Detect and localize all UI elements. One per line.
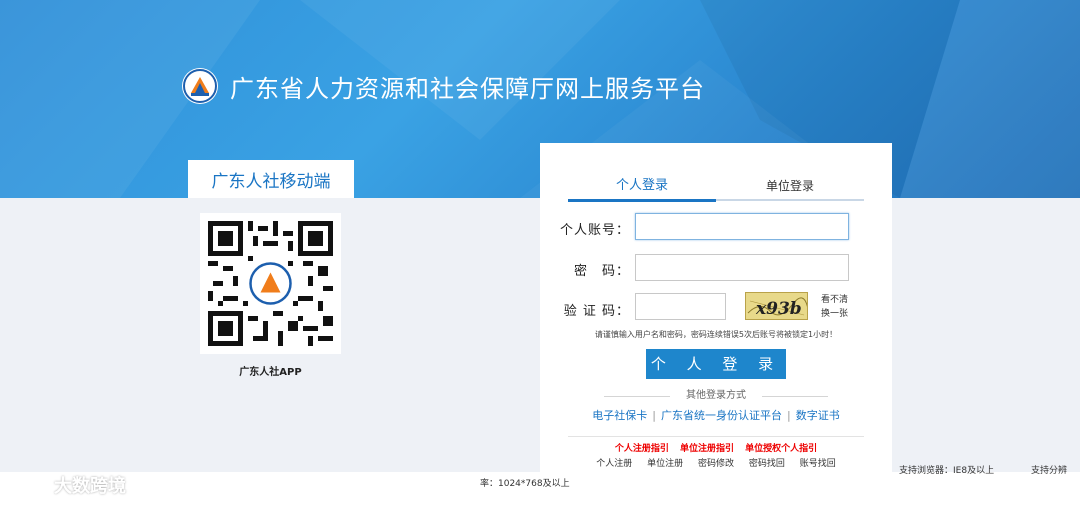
watermark-logo-icon [11,476,47,494]
resolution-note-partial: 支持分辨 [1031,466,1068,476]
browser-note: 支持浏览器：IE8及以上 [899,466,995,476]
password-label: 密 码： [573,264,630,279]
personal-register-guide-link[interactable]: 个人注册指引 [615,444,669,454]
company-register-guide-link[interactable]: 单位注册指引 [680,444,734,454]
unified-identity-link[interactable]: 广东省统一身份认证平台 [661,409,782,422]
personal-login-button[interactable]: 个 人 登 录 [646,349,786,379]
site-header: 广东省人力资源和社会保障厅网上服务平台 [182,68,705,104]
watermark-text: 大数跨境 [54,476,126,497]
account-links: 个人注册 单位注册 密码修改 密码找回 账号找回 [568,456,864,469]
account-input[interactable] [635,213,849,240]
resolution-note: 率：1024*768及以上 [480,479,570,489]
qr-code-icon [208,221,333,346]
login-tabs: 个人登录 单位登录 [568,171,864,202]
change-password-link[interactable]: 密码修改 [698,459,734,469]
recover-account-link[interactable]: 账号找回 [800,459,836,469]
captcha-text: x93b [755,299,802,319]
company-authorize-guide-link[interactable]: 单位授权个人指引 [745,444,817,454]
hrss-logo-icon [182,68,218,104]
captcha-image[interactable]: x93b [745,292,808,320]
login-hint: 请谨慎输入用户名和密码，密码连续错误5次后账号将被锁定1小时！ [594,330,838,339]
separator: | [652,409,656,422]
alt-login-methods: 电子社保卡 | 广东省统一身份认证平台 | 数字证书 [540,407,892,423]
recover-password-link[interactable]: 密码找回 [749,459,785,469]
app-name-label: 广东人社APP [239,367,302,378]
tab-company-login[interactable]: 单位登录 [716,171,864,201]
captcha-label: 验 证 码： [563,304,630,319]
site-title: 广东省人力资源和社会保障厅网上服务平台 [230,74,705,103]
divider [762,396,828,397]
personal-register-link[interactable]: 个人注册 [596,459,632,469]
separator: | [787,409,791,422]
mobile-tab-label: 广东人社移动端 [188,160,354,198]
app-qr-code [200,213,341,354]
login-panel: 个人登录 单位登录 个人账号： 密 码： 验 证 码： x93b 看不清换一张 … [540,143,892,472]
company-register-link[interactable]: 单位注册 [647,459,683,469]
e-social-card-link[interactable]: 电子社保卡 [592,409,647,422]
digital-certificate-link[interactable]: 数字证书 [796,409,840,422]
captcha-refresh-link[interactable]: 看不清换一张 [821,293,851,321]
watermark: 大数跨境 [10,472,126,498]
registration-guides: 个人注册指引 单位注册指引 单位授权个人指引 [568,436,864,454]
tab-personal-login[interactable]: 个人登录 [568,171,716,202]
other-login-heading: 其他登录方式 [604,389,828,403]
password-input[interactable] [635,254,849,281]
account-label: 个人账号： [559,223,630,238]
captcha-input[interactable] [635,293,726,320]
